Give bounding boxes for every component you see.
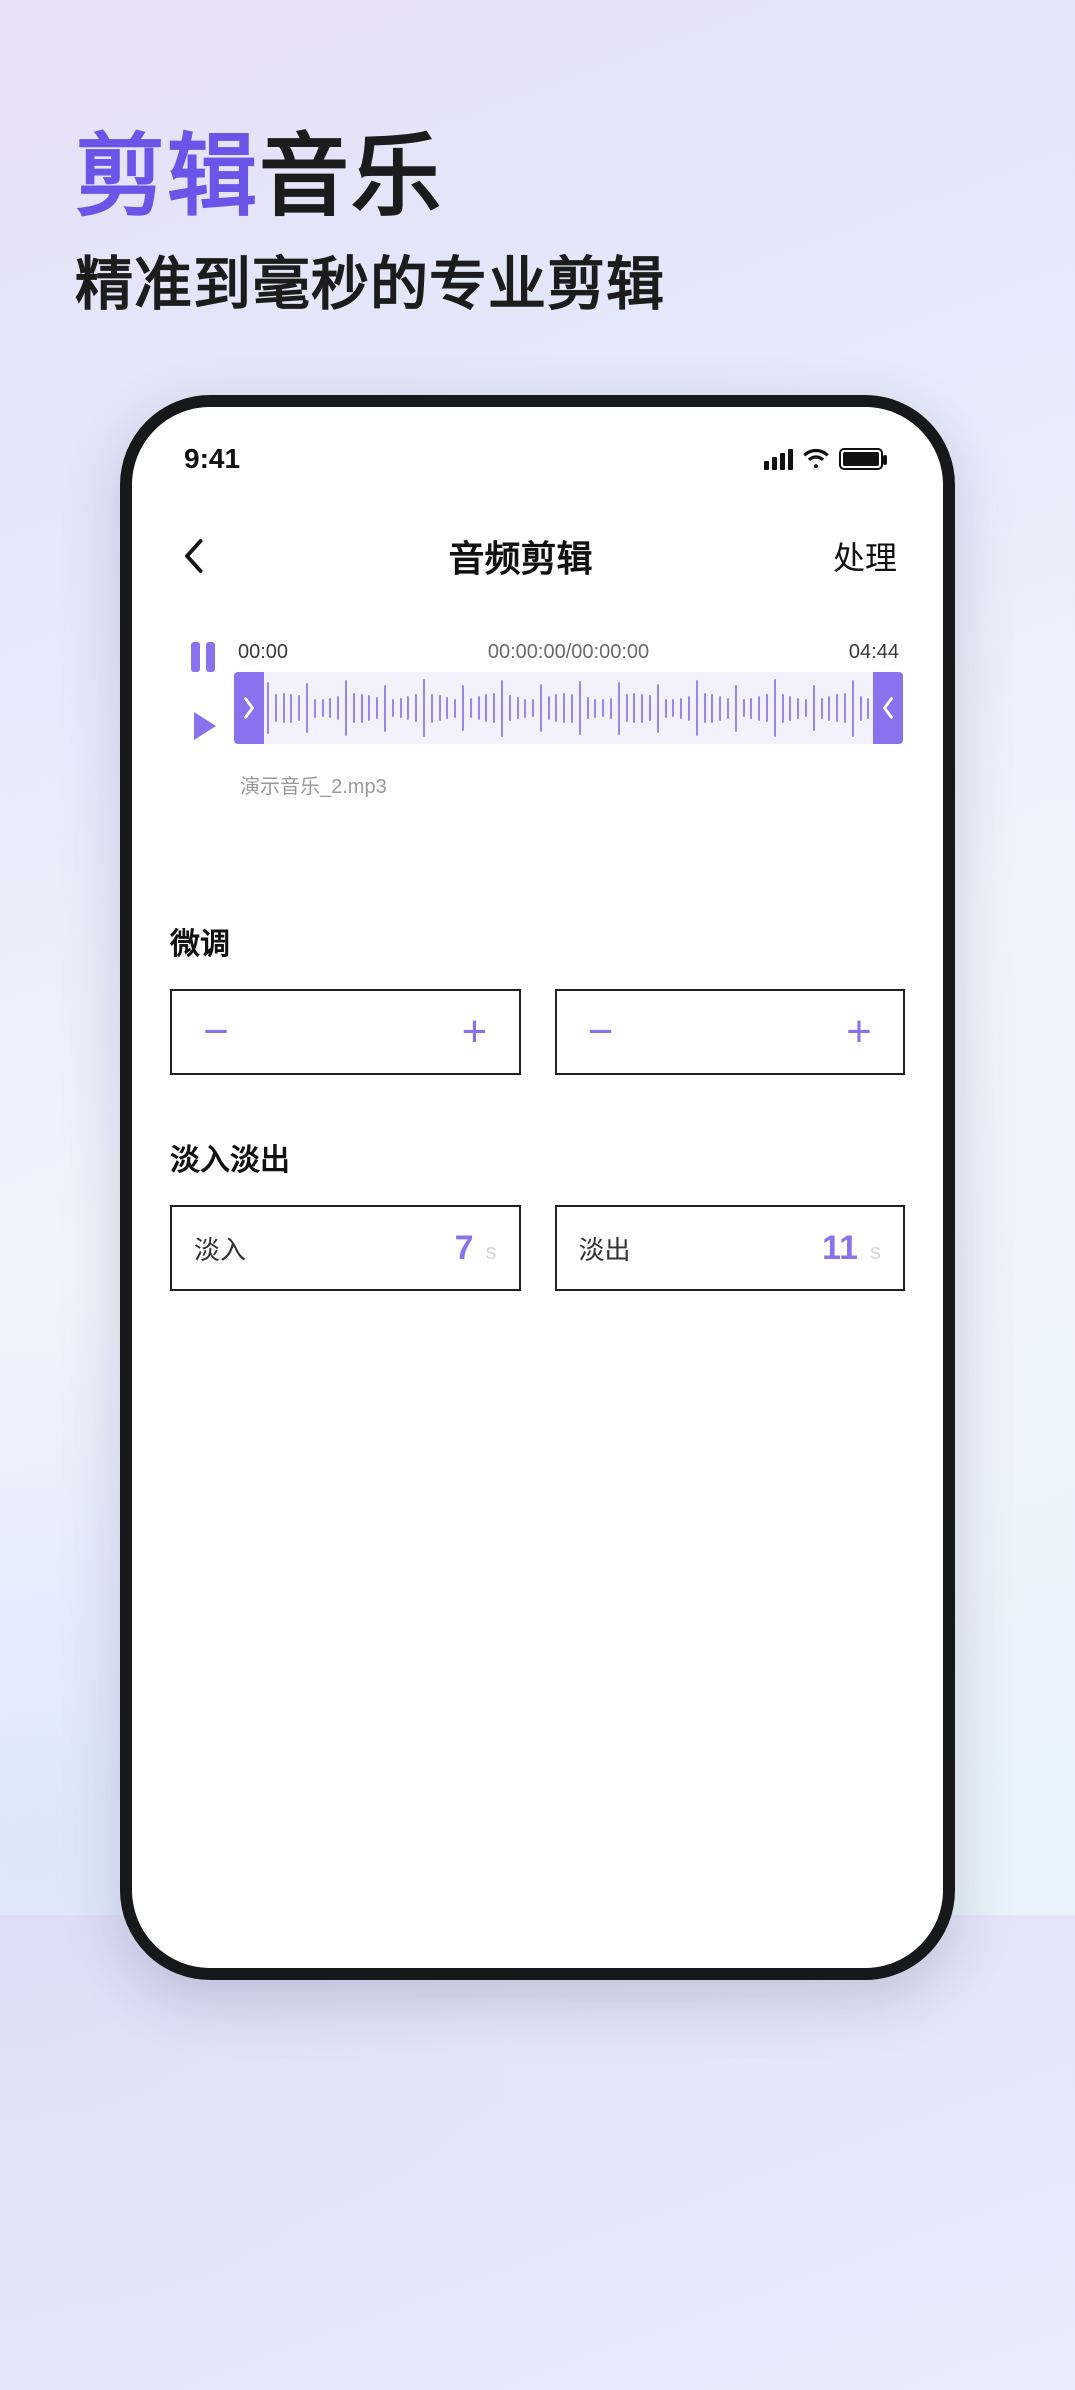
waveform[interactable] [234,672,903,744]
trim-handle-right[interactable] [873,672,903,744]
status-time: 9:41 [184,443,240,475]
time-start: 00:00 [238,641,288,664]
playback-controls [172,642,234,740]
hero-title-dark: 音乐 [259,127,443,227]
signal-icon [764,449,793,470]
fine-tune-right-box: − + [555,989,906,1075]
fade-section: 淡入淡出 淡入 7 s 淡出 11 s [164,1135,911,1291]
fade-out-unit: s [870,1239,881,1265]
hero: 剪辑音乐 精准到毫秒的专业剪辑 [75,130,665,321]
hero-title: 剪辑音乐 [75,130,665,225]
fine-tune-section: 微调 − + − + [164,919,911,1075]
nav-header: 音频剪辑 处理 [164,529,911,583]
status-bar: 9:41 [164,435,911,483]
fine-tune-title: 微调 [170,919,905,963]
fade-in-unit: s [486,1239,497,1265]
time-row: 00:00 00:00:00/00:00:00 04:44 [234,641,903,672]
battery-icon [839,448,883,470]
hero-subtitle: 精准到毫秒的专业剪辑 [75,237,665,321]
file-name: 演示音乐_2.mp3 [172,770,903,799]
fade-title: 淡入淡出 [170,1135,905,1179]
fine-tune-right-minus-button[interactable]: − [581,1010,621,1054]
page-title: 音频剪辑 [448,530,592,582]
fade-out-box[interactable]: 淡出 11 s [555,1205,906,1291]
pause-button[interactable] [191,642,215,672]
status-indicators [764,448,883,470]
fade-in-label: 淡入 [194,1230,246,1267]
process-button[interactable]: 处理 [827,529,903,583]
fade-out-value: 11 [822,1229,858,1268]
fade-in-box[interactable]: 淡入 7 s [170,1205,521,1291]
chevron-left-icon [881,696,895,720]
time-center: 00:00:00/00:00:00 [488,641,649,664]
trim-handle-left[interactable] [234,672,264,744]
fine-tune-right-plus-button[interactable]: + [839,1010,879,1054]
fine-tune-left-box: − + [170,989,521,1075]
phone-frame: 9:41 音频剪辑 处理 [120,395,955,1980]
fine-tune-left-plus-button[interactable]: + [455,1010,495,1054]
fade-in-value: 7 [455,1229,474,1268]
hero-title-accent: 剪辑 [75,127,259,227]
fine-tune-left-minus-button[interactable]: − [196,1010,236,1054]
phone-screen: 9:41 音频剪辑 处理 [132,407,943,1968]
play-button[interactable] [194,712,216,740]
waveform-body[interactable] [264,672,873,744]
waveform-section: 00:00 00:00:00/00:00:00 04:44 [164,641,911,799]
fade-out-label: 淡出 [579,1230,631,1267]
time-end: 04:44 [849,641,899,664]
chevron-right-icon [242,696,256,720]
back-button[interactable] [172,535,214,577]
chevron-left-icon [182,538,204,574]
wifi-icon [803,448,829,470]
